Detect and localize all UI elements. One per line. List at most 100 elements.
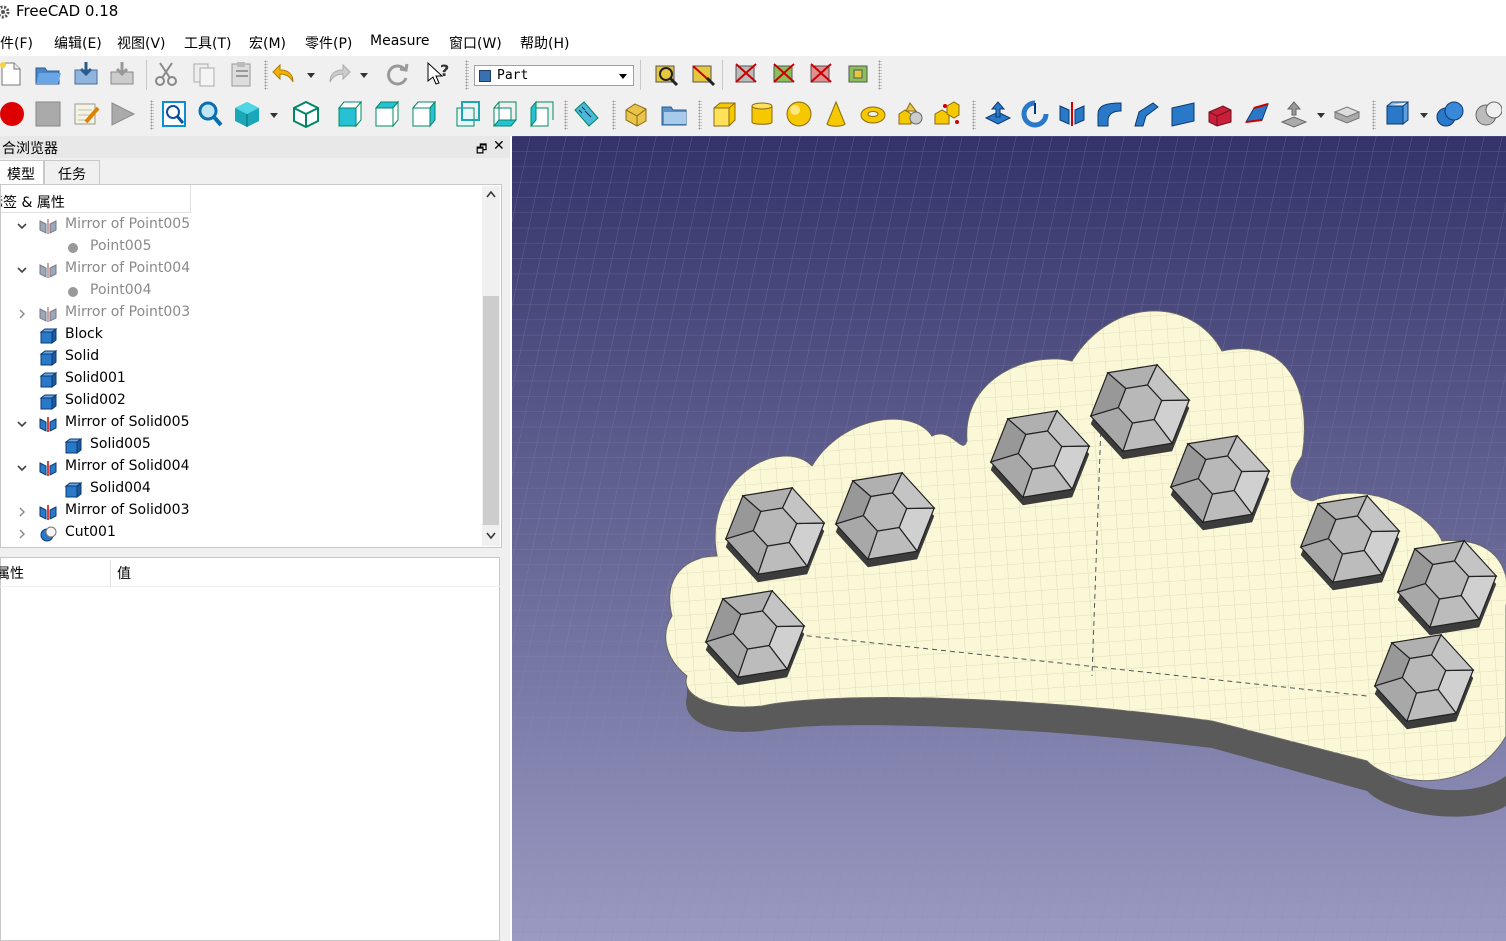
sweep-dropdown[interactable] [1317, 113, 1325, 118]
shape-builder-icon[interactable] [933, 100, 961, 128]
tree-item[interactable]: Mirror of Solid005 [1, 413, 481, 435]
std-view-menu-icon[interactable] [233, 100, 261, 128]
new-document-icon[interactable] [0, 60, 24, 88]
measure-angular-icon[interactable] [689, 60, 717, 88]
toolbar-grip[interactable] [878, 60, 882, 90]
chamfer-icon[interactable] [1132, 100, 1160, 128]
menu-help[interactable]: 帮助(H) [520, 33, 569, 53]
boolean-icon[interactable] [1436, 100, 1464, 128]
toolbar-grip[interactable] [564, 100, 568, 130]
view-rear-icon[interactable] [454, 100, 482, 128]
tree-item[interactable]: Mirror of Point003 [1, 303, 481, 325]
measure-toggle-delta-icon[interactable] [845, 60, 873, 88]
measure-clear-icon[interactable] [770, 60, 798, 88]
view-isometric-icon[interactable] [292, 100, 320, 128]
3d-viewport[interactable] [512, 136, 1506, 941]
primitives-icon[interactable] [896, 100, 924, 128]
undo-icon[interactable] [271, 60, 299, 88]
create-group-icon[interactable] [660, 100, 688, 128]
close-panel-button[interactable]: ✕ [493, 138, 505, 154]
redo-dropdown[interactable] [360, 73, 368, 78]
redo-icon[interactable] [324, 60, 352, 88]
tree-item[interactable]: Solid [1, 347, 481, 369]
macro-stop-icon[interactable] [34, 100, 62, 128]
tree-item[interactable]: Solid004 [1, 479, 481, 501]
macro-edit-icon[interactable] [72, 100, 100, 128]
loft-icon[interactable] [1243, 100, 1271, 128]
menu-window[interactable]: 窗口(W) [449, 33, 502, 53]
fit-all-icon[interactable] [160, 100, 188, 128]
box-icon[interactable] [710, 100, 738, 128]
toolbar-grip[interactable] [264, 60, 268, 90]
tree-item[interactable]: Solid001 [1, 369, 481, 391]
chevron-down-icon[interactable] [17, 417, 27, 428]
cut-boolean-icon[interactable] [1474, 100, 1502, 128]
toolbar-grip[interactable] [1372, 100, 1376, 130]
chevron-right-icon[interactable] [17, 505, 27, 517]
compound-dropdown[interactable] [1420, 113, 1428, 118]
macro-record-icon[interactable] [0, 100, 26, 128]
section-icon[interactable] [1333, 100, 1361, 128]
extrude-icon[interactable] [984, 100, 1012, 128]
chevron-down-icon[interactable] [17, 263, 27, 274]
view-front-icon[interactable] [336, 100, 364, 128]
sweep-icon[interactable] [1280, 100, 1308, 128]
chevron-right-icon[interactable] [17, 527, 27, 539]
measure-linear-icon[interactable] [652, 60, 680, 88]
tree-item[interactable]: Mirror of Solid003 [1, 501, 481, 523]
mirror-icon[interactable] [1058, 100, 1086, 128]
measure-distance-icon[interactable] [572, 100, 600, 128]
save-as-icon[interactable] [108, 60, 136, 88]
scroll-down-icon[interactable] [486, 532, 496, 540]
view-right-icon[interactable] [410, 100, 438, 128]
toolbar-grip[interactable] [465, 60, 469, 90]
tree-item[interactable]: Cut001 [1, 523, 481, 545]
view-bottom-icon[interactable] [491, 100, 519, 128]
macro-run-icon[interactable] [108, 100, 136, 128]
tree-scrollbar-thumb[interactable] [483, 296, 499, 525]
toolbar-grip[interactable] [698, 100, 702, 130]
property-column-divider[interactable] [110, 560, 111, 586]
open-icon[interactable] [34, 60, 62, 88]
tree-item[interactable]: Mirror of Point004 [1, 259, 481, 281]
workbench-selector[interactable]: Part [474, 65, 634, 86]
save-icon[interactable] [72, 60, 100, 88]
copy-icon[interactable] [190, 60, 218, 88]
compound-tools-icon[interactable] [1384, 100, 1412, 128]
menu-file[interactable]: 文件(F) [0, 33, 33, 53]
tree-item[interactable]: Point004 [1, 281, 481, 303]
chevron-down-icon[interactable] [17, 461, 27, 472]
measure-toggle-icon[interactable] [807, 60, 835, 88]
ruled-surface-icon[interactable] [1206, 100, 1234, 128]
chevron-down-icon[interactable] [17, 219, 27, 230]
menu-part[interactable]: 零件(P) [305, 33, 352, 53]
tree-item[interactable]: Block [1, 325, 481, 347]
std-view-dropdown[interactable] [270, 113, 278, 118]
tree-item[interactable]: Mirror of Solid004 [1, 457, 481, 479]
tree-item[interactable]: Solid005 [1, 435, 481, 457]
menu-edit[interactable]: 编辑(E) [54, 33, 102, 53]
3d-scene[interactable] [512, 136, 1506, 941]
create-part-icon[interactable] [622, 100, 650, 128]
toolbar-grip[interactable] [150, 100, 154, 130]
cylinder-icon[interactable] [748, 100, 776, 128]
whats-this-icon[interactable]: ? [424, 60, 452, 88]
tree-item[interactable]: Mirror of Point005 [1, 215, 481, 237]
revolve-icon[interactable] [1021, 100, 1049, 128]
fillet-icon[interactable] [1095, 100, 1123, 128]
paste-icon[interactable] [227, 60, 255, 88]
float-panel-button[interactable]: 🗗 [476, 140, 487, 161]
menu-measure[interactable]: Measure [370, 33, 430, 49]
menu-view[interactable]: 视图(V) [117, 33, 166, 53]
tab-tasks[interactable]: 任务 [44, 160, 100, 184]
measure-refresh-icon[interactable] [732, 60, 760, 88]
chevron-right-icon[interactable] [17, 307, 27, 319]
cut-icon[interactable] [152, 60, 180, 88]
toolbar-grip[interactable] [972, 100, 976, 130]
toolbar-grip[interactable] [612, 100, 616, 130]
make-face-icon[interactable] [1169, 100, 1197, 128]
menu-tools[interactable]: 工具(T) [184, 33, 231, 53]
torus-icon[interactable] [859, 100, 887, 128]
cone-icon[interactable] [822, 100, 850, 128]
tree-item[interactable]: Point005 [1, 237, 481, 259]
